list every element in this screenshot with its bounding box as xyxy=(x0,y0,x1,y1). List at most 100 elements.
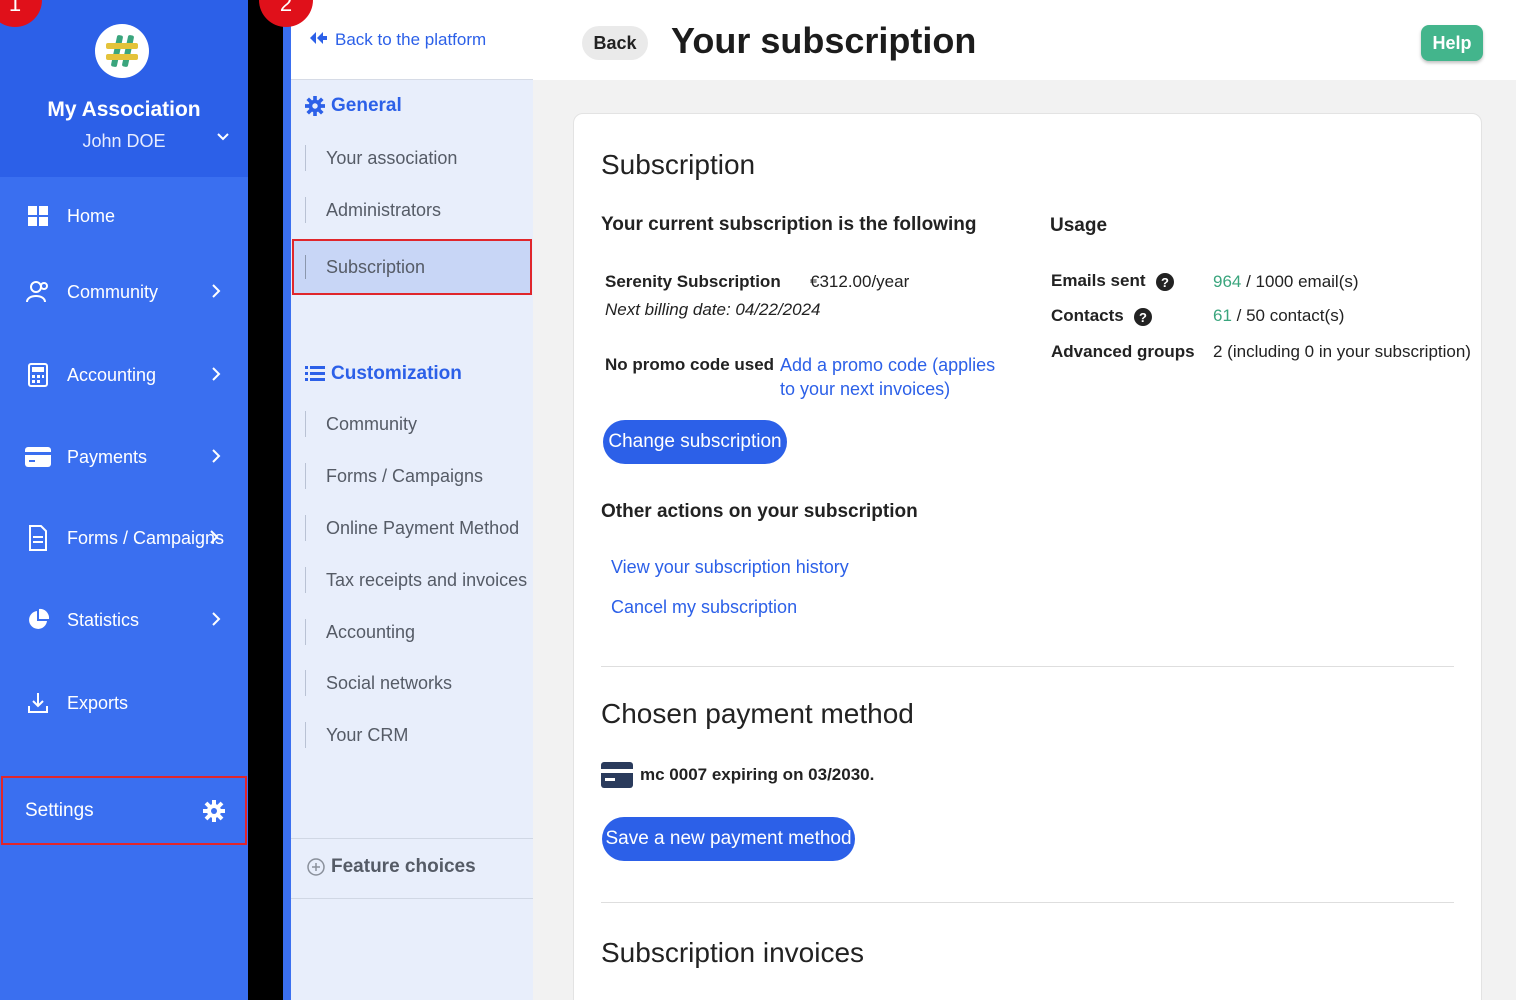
promo-link-line1: Add a promo code (applies xyxy=(780,355,996,375)
subnav-tax-receipts[interactable]: Tax receipts and invoices xyxy=(305,567,527,593)
nav-label: Community xyxy=(67,281,159,302)
page-title: Your subscription xyxy=(671,20,977,61)
subnav-community[interactable]: Community xyxy=(305,411,417,437)
saved-card: mc 0007 expiring on 03/2030. xyxy=(601,762,874,788)
calculator-icon xyxy=(25,362,51,388)
contacts-label: Contacts ? xyxy=(1051,306,1153,326)
sidebar-header: My Association John DOE xyxy=(0,0,248,177)
active-indicator xyxy=(305,255,306,279)
add-promo-code-link[interactable]: Add a promo code (applies to your next i… xyxy=(780,353,995,401)
chevron-right-icon xyxy=(210,282,222,305)
help-button[interactable]: Help xyxy=(1421,25,1483,61)
subnav-administrators[interactable]: Administrators xyxy=(305,197,441,223)
plan-name: Serenity Subscription xyxy=(605,272,781,291)
other-actions-title: Other actions on your subscription xyxy=(601,501,918,522)
back-to-platform-link[interactable]: Back to the platform xyxy=(291,0,533,80)
subnav-subscription[interactable]: Subscription xyxy=(292,239,532,295)
help-circle-icon[interactable]: ? xyxy=(1134,307,1153,326)
association-logo xyxy=(95,24,149,78)
nav-home[interactable]: Home xyxy=(0,191,248,241)
pie-chart-icon xyxy=(25,607,51,633)
svg-text:?: ? xyxy=(1139,310,1147,325)
nav-forms-campaigns[interactable]: Forms / Campaigns xyxy=(0,513,248,563)
credit-card-icon xyxy=(25,444,51,470)
help-circle-icon[interactable]: ? xyxy=(1156,272,1175,291)
general-section-title: General xyxy=(305,95,402,117)
grid-icon xyxy=(25,203,51,229)
cancel-subscription-link[interactable]: Cancel my subscription xyxy=(611,597,797,618)
advanced-groups-label: Advanced groups xyxy=(1051,342,1195,361)
save-payment-method-button[interactable]: Save a new payment method xyxy=(602,817,855,861)
chevron-right-icon xyxy=(210,610,222,633)
nav-label: Exports xyxy=(67,692,129,713)
customization-title-label: Customization xyxy=(331,363,462,384)
nav-label: Statistics xyxy=(67,609,140,630)
nav-label: Payments xyxy=(67,446,148,467)
chevron-right-icon xyxy=(210,365,222,388)
emails-total: / 1000 email(s) xyxy=(1241,272,1359,291)
change-subscription-button[interactable]: Change subscription xyxy=(603,420,787,464)
back-arrow-icon xyxy=(309,30,327,50)
nav-label: Forms / Campaigns xyxy=(67,527,225,548)
subscription-card: Subscription Your current subscription i… xyxy=(573,113,1482,1000)
divider xyxy=(291,898,533,899)
subnav-forms-campaigns[interactable]: Forms / Campaigns xyxy=(305,463,483,489)
customization-section-title: Customization xyxy=(305,363,462,385)
promo-status: No promo code used xyxy=(605,355,775,374)
nav-community[interactable]: Community xyxy=(0,267,248,317)
contacts-total: / 50 contact(s) xyxy=(1231,306,1345,325)
nav-exports[interactable]: Exports xyxy=(0,678,248,728)
nav-payments[interactable]: Payments xyxy=(0,432,248,482)
back-to-platform-label: Back to the platform xyxy=(335,29,487,49)
payment-section-title: Chosen payment method xyxy=(601,698,914,729)
card-text: mc 0007 expiring on 03/2030. xyxy=(640,765,875,784)
subnav-accounting[interactable]: Accounting xyxy=(305,619,415,645)
nav-settings[interactable]: Settings xyxy=(1,776,247,845)
user-menu[interactable]: John DOE xyxy=(0,131,248,152)
sidebar-stripe xyxy=(283,0,291,1000)
document-icon xyxy=(25,525,51,551)
org-name: My Association xyxy=(47,98,201,121)
nav-label: Home xyxy=(67,205,116,226)
subnav-online-payment-method[interactable]: Online Payment Method xyxy=(305,515,519,541)
emails-sent-label: Emails sent ? xyxy=(1051,271,1175,291)
subscription-history-link[interactable]: View your subscription history xyxy=(611,557,849,578)
subnav-subscription-label: Subscription xyxy=(326,256,426,277)
chevron-right-icon xyxy=(210,447,222,470)
contacts-used: 61 xyxy=(1213,306,1232,325)
emails-usage: 964 / 1000 email(s) xyxy=(1213,272,1359,292)
plus-circle-icon xyxy=(307,858,325,876)
next-billing-date: Next billing date: 04/22/2024 xyxy=(605,300,821,319)
subnav-your-crm[interactable]: Your CRM xyxy=(305,722,408,748)
chevron-down-icon[interactable] xyxy=(216,130,230,149)
feature-choices-toggle[interactable]: Feature choices xyxy=(307,856,476,878)
emails-used: 964 xyxy=(1213,272,1242,291)
divider xyxy=(601,666,1454,667)
advanced-groups-value: 2 (including 0 in your subscription) xyxy=(1213,342,1471,361)
divider xyxy=(291,838,533,839)
usage-title: Usage xyxy=(1050,215,1108,236)
contacts-usage: 61 / 50 contact(s) xyxy=(1213,306,1344,326)
subscription-section-title: Subscription xyxy=(601,149,756,180)
page-header: Back Your subscription Help xyxy=(533,0,1516,80)
invoices-section-title: Subscription invoices xyxy=(601,937,865,968)
subnav-social-networks[interactable]: Social networks xyxy=(305,670,452,696)
gear-icon xyxy=(305,96,325,116)
nav-statistics[interactable]: Statistics xyxy=(0,595,248,645)
nav-label: Accounting xyxy=(67,364,157,385)
feature-choices-label: Feature choices xyxy=(331,856,476,877)
plan-price: €312.00/year xyxy=(810,272,910,291)
emails-label-text: Emails sent xyxy=(1051,271,1146,290)
divider xyxy=(601,902,1454,903)
list-icon xyxy=(305,365,325,383)
nav-accounting[interactable]: Accounting xyxy=(0,350,248,400)
subnav-your-association[interactable]: Your association xyxy=(305,145,457,171)
back-button[interactable]: Back xyxy=(582,26,648,60)
contacts-label-text: Contacts xyxy=(1051,306,1124,325)
main-sidebar: My Association John DOE Home Community A… xyxy=(0,0,248,1000)
credit-card-icon xyxy=(601,762,633,788)
current-subscription-title: Your current subscription is the followi… xyxy=(601,214,977,235)
gear-icon xyxy=(203,800,225,828)
users-icon xyxy=(25,279,51,305)
promo-link-line2: to your next invoices) xyxy=(780,379,951,399)
